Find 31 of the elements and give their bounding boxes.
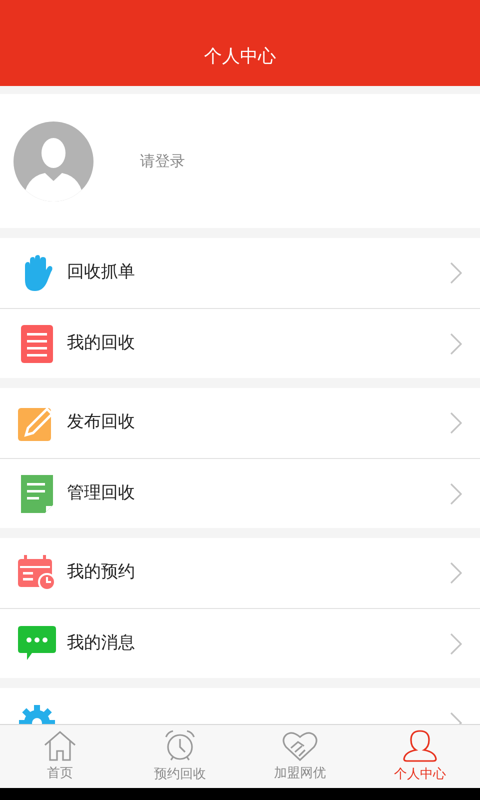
chevron-right-icon [450,332,462,354]
home-icon [43,730,77,762]
login-prompt[interactable]: 请登录 [140,150,185,172]
menu-item[interactable]: 管理回收 [0,458,480,528]
alarm-clock-icon [163,728,197,763]
document-icon [21,324,53,362]
menu-label: 我的消息 [67,632,135,655]
calendar-icon [18,555,56,591]
profile-card[interactable]: 请登录 [0,94,480,228]
menu-label: 回收抓单 [67,261,135,284]
person-icon [402,728,438,763]
chat-icon [18,626,56,662]
menu-item[interactable]: 我的消息 [0,608,480,678]
page-title: 个人中心 [204,45,276,69]
handshake-heart-icon [282,730,318,762]
menu-label: 我的回收 [67,332,135,355]
avatar-icon [13,120,94,202]
menu-item[interactable]: 发布回收 [0,388,480,458]
menu-label: 我的预约 [67,561,135,584]
menu-item[interactable]: 回收抓单 [0,238,480,308]
note-icon [21,474,53,512]
menu-label: 发布回收 [67,411,135,434]
chevron-right-icon [450,412,462,434]
menu-item[interactable]: 我的回收 [0,308,480,378]
chevron-right-icon [450,482,462,504]
menu-label: 管理回收 [67,482,135,505]
tab-item[interactable]: 个人中心 [360,725,480,788]
chevron-right-icon [450,262,462,284]
menu-item[interactable]: 我的预约 [0,538,480,608]
chevron-right-icon [450,632,462,654]
chevron-right-icon [450,562,462,584]
